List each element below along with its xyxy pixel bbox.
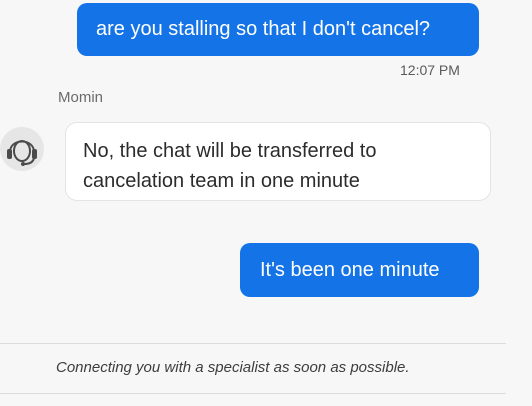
message-text: It's been one minute <box>260 259 440 281</box>
agent-avatar <box>0 127 44 171</box>
divider <box>0 343 506 344</box>
message-text: are you stalling so that I don't cancel? <box>96 18 431 40</box>
chat-transcript: are you stalling so that I don't cancel?… <box>0 0 532 343</box>
agent-message-bubble: No, the chat will be transferred to canc… <box>65 122 491 201</box>
user-message-bubble: are you stalling so that I don't cancel? <box>77 3 479 56</box>
composer-area-edge <box>0 394 532 406</box>
user-message-bubble: It's been one minute <box>240 243 479 297</box>
headset-icon <box>0 127 44 171</box>
connection-status: Connecting you with a specialist as soon… <box>56 359 410 376</box>
agent-name: Momin <box>58 89 104 106</box>
message-timestamp: 12:07 PM <box>400 62 460 78</box>
message-text: No, the chat will be transferred to canc… <box>83 140 377 192</box>
